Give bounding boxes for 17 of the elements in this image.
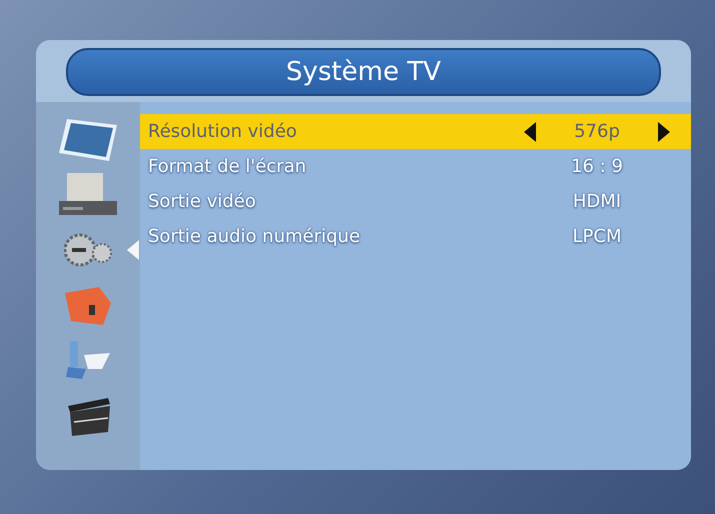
setting-value: 16 : 9	[570, 156, 624, 177]
setting-row[interactable]: Résolution vidéo 576p	[140, 114, 691, 149]
setting-label: Résolution vidéo	[148, 121, 298, 142]
setting-value: HDMI	[572, 191, 622, 212]
setting-label: Sortie audio numérique	[148, 226, 362, 247]
setting-row[interactable]: Sortie audio numérique LPCM	[140, 219, 691, 254]
setting-value: 576p	[573, 121, 621, 142]
setting-row[interactable]: Sortie vidéo HDMI	[140, 184, 691, 219]
right-arrow-icon[interactable]	[657, 120, 671, 142]
menu-title: Système TV	[286, 57, 441, 87]
left-arrow-icon[interactable]	[523, 120, 537, 142]
setting-row[interactable]: Format de l'écran 16 : 9	[140, 149, 691, 184]
monitor-icon[interactable]	[57, 116, 119, 162]
setting-value: LPCM	[572, 226, 622, 247]
selection-pointer-icon	[126, 239, 140, 261]
setting-label: Sortie vidéo	[148, 191, 257, 212]
setting-label: Format de l'écran	[148, 156, 308, 177]
